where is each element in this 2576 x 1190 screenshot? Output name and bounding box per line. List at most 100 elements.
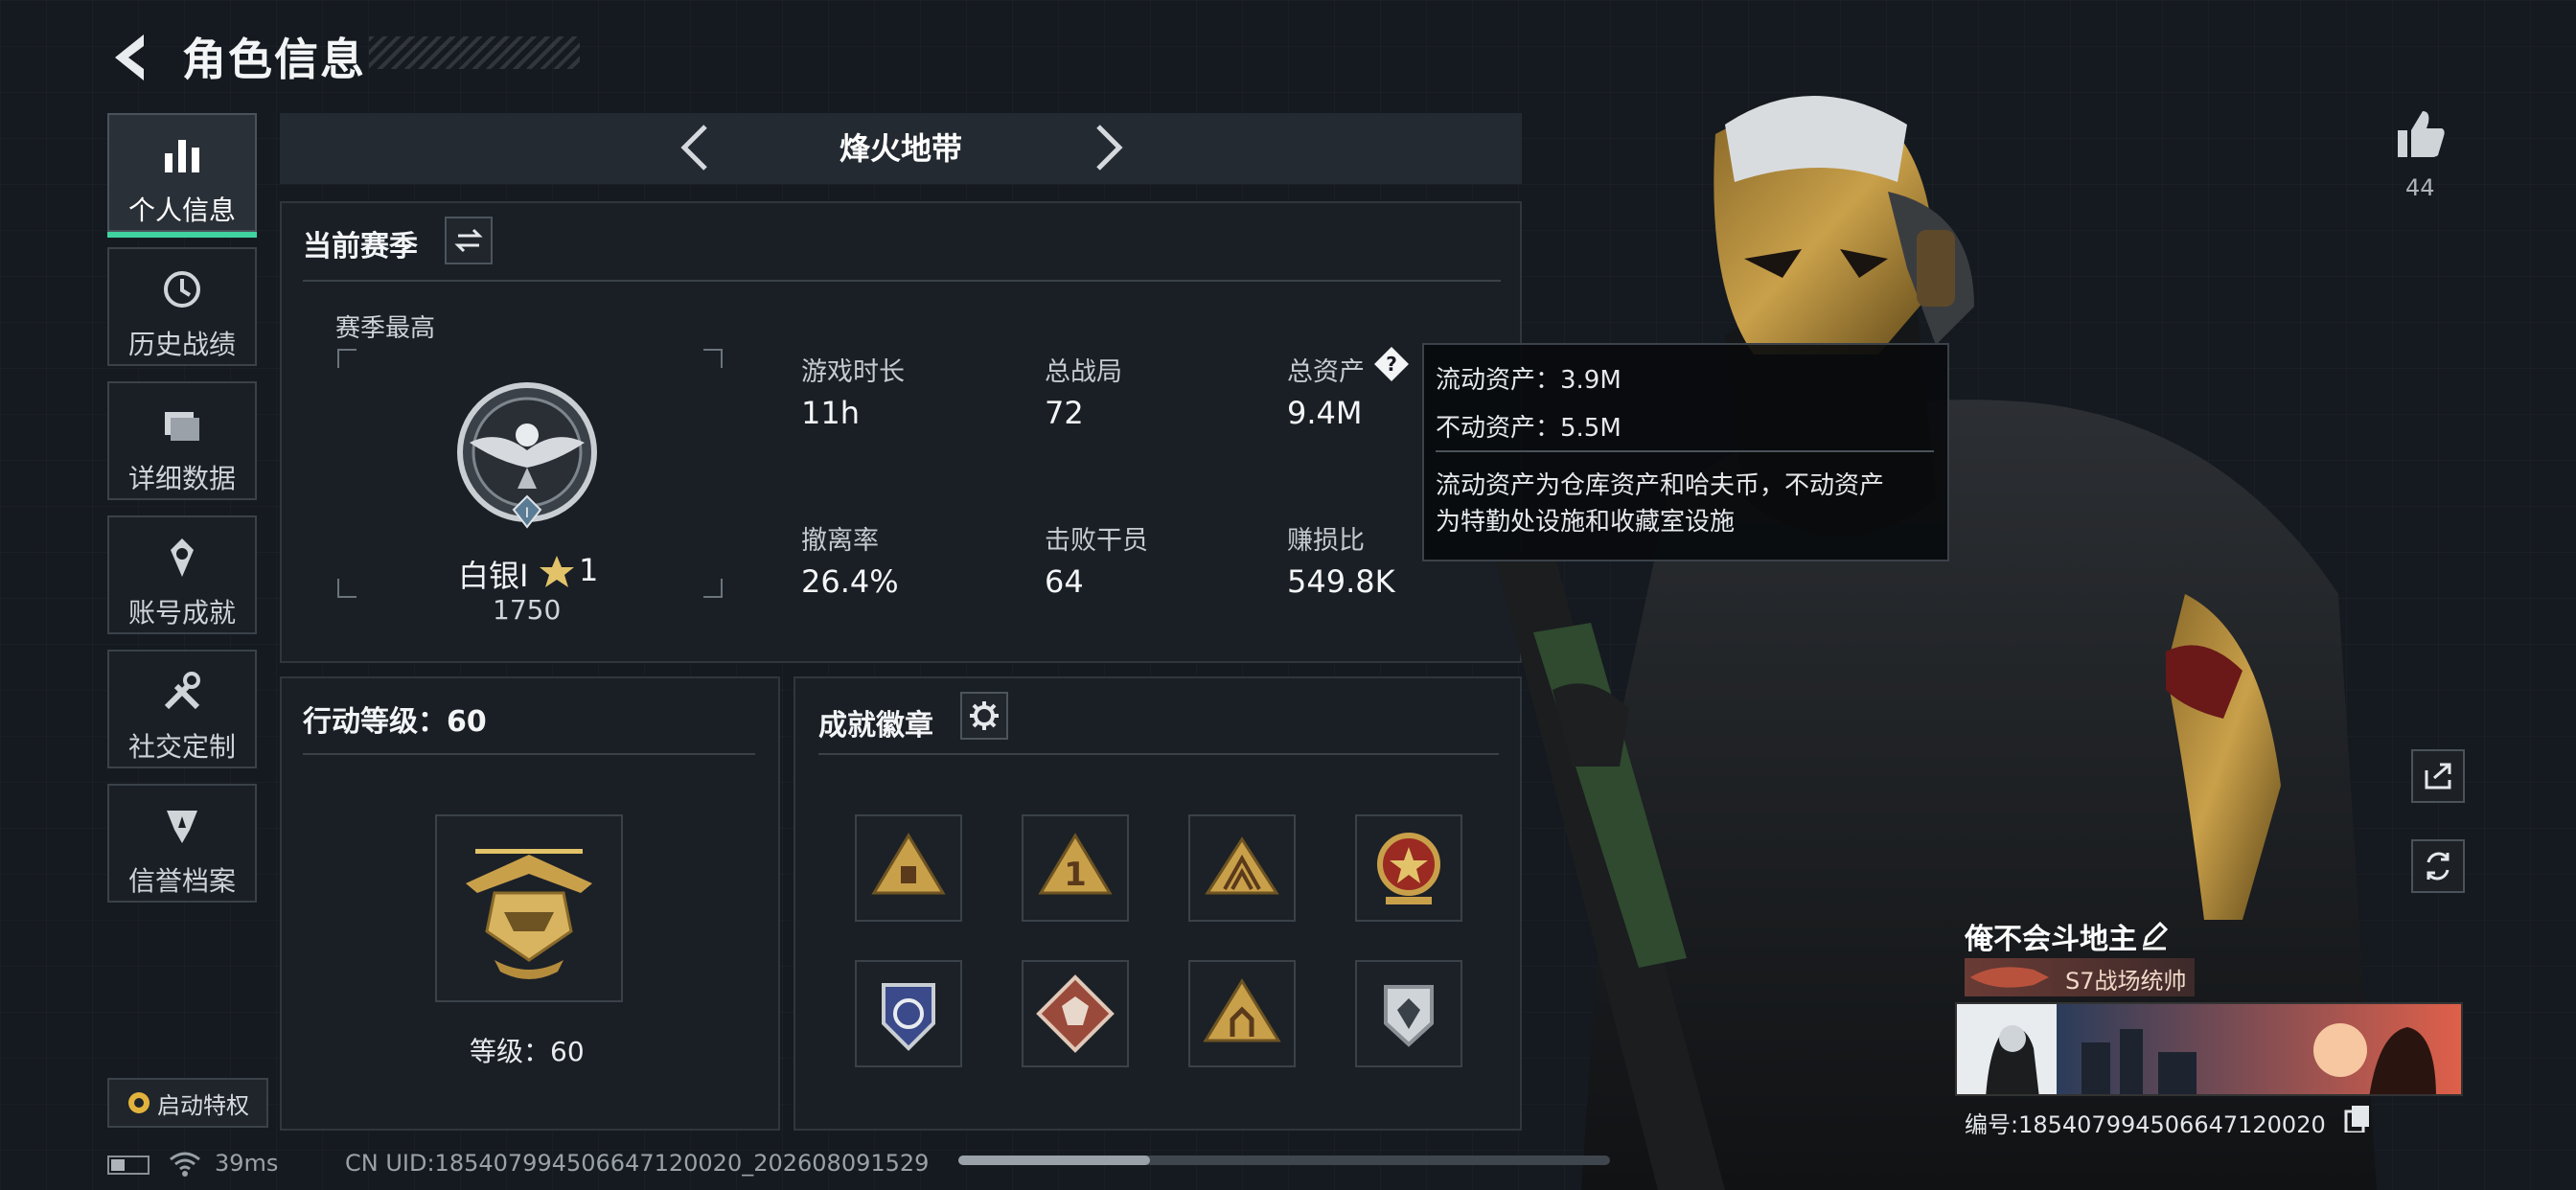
action-level-title: 行动等级：60	[303, 705, 487, 739]
bullets-badge-icon	[1205, 836, 1279, 895]
stat-value-total-matches: 72	[1045, 395, 1084, 431]
player-card-banner	[1955, 1002, 2463, 1096]
achievement-badge-5[interactable]	[855, 960, 962, 1067]
copy-icon[interactable]	[2344, 1104, 2371, 1133]
privilege-label: 启动特权	[157, 1091, 249, 1119]
stat-label-kills: 击败干员	[1045, 526, 1148, 556]
tooltip-liquid-assets: 流动资产：3.9M	[1436, 366, 1622, 395]
frame-corner	[703, 349, 723, 368]
season-best-label: 赛季最高	[335, 314, 436, 343]
police-badge-icon	[882, 983, 935, 1051]
sidebar-item-label: 信誉档案	[127, 865, 236, 897]
action-level-label: 等级：60	[470, 1036, 585, 1067]
active-indicator	[107, 232, 257, 238]
achievement-badge-6[interactable]	[1022, 960, 1129, 1067]
stat-label-playtime: 游戏时长	[801, 357, 905, 387]
folder-icon	[165, 412, 199, 441]
bar-chart-icon	[165, 140, 199, 172]
stat-label-total-matches: 总战局	[1045, 357, 1122, 387]
tooltip-desc-1: 流动资产为仓库资产和哈夫币，不动资产	[1436, 471, 1885, 500]
rank-stars: 1	[579, 552, 599, 588]
stat-label-profit-ratio: 赚损比	[1287, 526, 1365, 556]
divider	[818, 753, 1499, 755]
sidebar-item-personal-info[interactable]: 个人信息	[107, 113, 257, 238]
page-title: 角色信息	[182, 34, 366, 85]
rank-name: 白银I	[458, 558, 529, 594]
stat-value-profit-ratio: 549.8K	[1287, 563, 1395, 600]
action-level-frame	[435, 814, 623, 1002]
rank-numeral: I	[525, 506, 529, 521]
thumbs-up-icon[interactable]	[2392, 105, 2450, 163]
sidebar-item-label: 个人信息	[127, 195, 236, 226]
stat-label-extract-rate: 撤离率	[801, 526, 879, 556]
title-emblem-icon	[1970, 967, 2049, 988]
launch-privilege-button[interactable]: 启动特权	[107, 1078, 268, 1128]
gear-icon	[970, 701, 999, 730]
wolf-badge-icon	[1036, 974, 1115, 1053]
stat-value-kills: 64	[1045, 563, 1084, 600]
sidebar-item-label: 社交定制	[127, 731, 236, 763]
chevron-left-icon[interactable]	[671, 121, 724, 174]
frame-corner	[337, 579, 356, 598]
help-icon[interactable]: ?	[1372, 345, 1411, 383]
title-decoration	[369, 36, 580, 69]
svg-text:?: ?	[1386, 353, 1397, 376]
stat-value-playtime: 11h	[801, 395, 860, 431]
back-arrow-icon[interactable]	[102, 29, 159, 86]
frame-corner	[337, 349, 356, 368]
sidebar-item-label: 账号成就	[127, 597, 236, 629]
sidebar-item-detail-data[interactable]: 详细数据	[107, 381, 257, 500]
tooltip-fixed-assets: 不动资产：5.5M	[1436, 414, 1622, 443]
player-name: 俺不会斗地主	[1965, 923, 2137, 956]
history-icon	[164, 271, 200, 308]
wifi-icon	[170, 1152, 200, 1177]
ping-latency: 39ms	[215, 1150, 279, 1177]
badge-settings-button[interactable]	[960, 692, 1008, 740]
shield-icon	[167, 811, 197, 843]
like-count: 44	[2405, 174, 2435, 201]
badges-title: 成就徽章	[818, 709, 933, 743]
number-one-badge-icon: 1	[1038, 833, 1113, 895]
rank-silver-emblem-icon: I	[457, 382, 597, 529]
achievement-icon	[171, 538, 194, 577]
sidebar-item-social[interactable]: 社交定制	[107, 650, 257, 768]
divider	[303, 280, 1501, 282]
switch-season-button[interactable]	[445, 217, 493, 264]
rank-points: 1750	[493, 594, 562, 626]
horizontal-scroll-thumb[interactable]	[958, 1156, 1150, 1165]
achievement-badge-3[interactable]	[1188, 814, 1296, 922]
star-icon	[540, 556, 574, 587]
player-uid: 编号:185407994506647120020	[1965, 1111, 2326, 1138]
sidebar-item-reputation[interactable]: 信誉档案	[107, 784, 257, 903]
tools-icon	[164, 672, 200, 710]
sidebar-item-history[interactable]: 历史战绩	[107, 247, 257, 366]
stat-label-total-assets: 总资产	[1287, 357, 1365, 387]
stat-value-extract-rate: 26.4%	[801, 563, 899, 600]
achievement-badge-7[interactable]	[1188, 960, 1296, 1067]
divider	[303, 753, 755, 755]
triangle-badge-icon	[871, 833, 946, 895]
stat-value-total-assets: 9.4M	[1287, 395, 1363, 431]
achievement-badge-1[interactable]	[855, 814, 962, 922]
share-icon	[2425, 763, 2451, 790]
share-button[interactable]	[2411, 749, 2465, 803]
achievement-badge-2[interactable]: 1	[1022, 814, 1129, 922]
chevron-right-icon[interactable]	[1079, 121, 1133, 174]
battery-level	[111, 1159, 125, 1171]
mode-title: 烽火地带	[839, 130, 962, 167]
season-title: 当前赛季	[303, 230, 418, 263]
sidebar-item-label: 详细数据	[127, 463, 236, 494]
edit-name-icon[interactable]	[2139, 920, 2170, 950]
refresh-icon	[2426, 852, 2450, 881]
sidebar-item-achievements[interactable]: 账号成就	[107, 515, 257, 634]
sidebar-item-label: 历史战绩	[127, 329, 236, 360]
svg-text:1: 1	[1064, 856, 1087, 894]
refresh-button[interactable]	[2411, 839, 2465, 893]
tooltip-divider	[1436, 450, 1934, 452]
player-title: S7战场统帅	[2065, 968, 2187, 995]
helicopter-emblem-icon	[466, 849, 592, 979]
footer-uid: CN UID:185407994506647120020_20260809152…	[345, 1150, 930, 1177]
banner-artwork	[1957, 1004, 2461, 1094]
soldiers-badge-icon	[1203, 978, 1281, 1042]
swap-icon	[454, 228, 483, 253]
